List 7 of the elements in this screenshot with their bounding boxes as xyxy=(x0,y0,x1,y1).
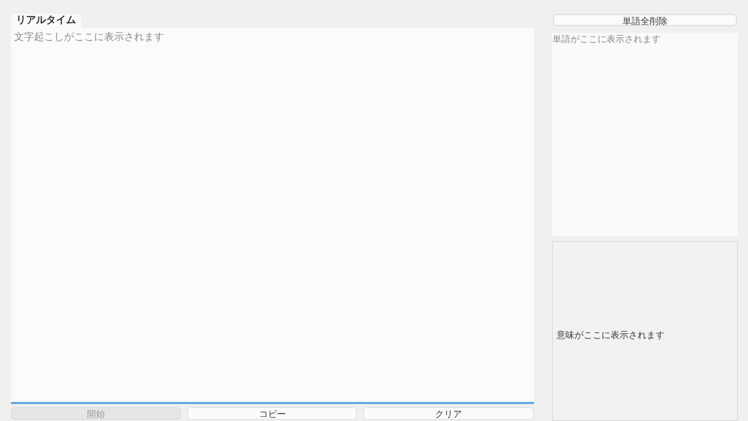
meaning-field[interactable]: 意味がここに表示されます xyxy=(552,241,738,421)
realtime-tab[interactable]: リアルタイム xyxy=(11,14,81,28)
words-field[interactable]: 単語がここに表示されます xyxy=(552,33,738,236)
transcript-field[interactable]: 文字起こしがここに表示されます xyxy=(11,28,534,404)
clear-words-button[interactable]: 単語全削除 xyxy=(552,14,737,26)
action-button[interactable]: クリア xyxy=(363,407,534,420)
action-button[interactable]: コピー xyxy=(187,407,358,420)
